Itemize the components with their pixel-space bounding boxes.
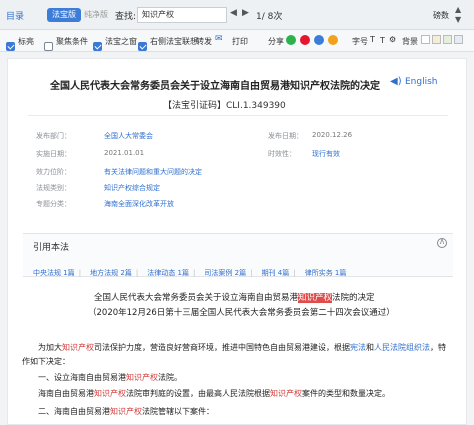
- share-label: 分享: [268, 37, 284, 46]
- body-heading-highlight: 知识产权: [298, 293, 333, 303]
- paragraph-1: 为加大知识产权司法保护力度，营造良好营商环境，推进中国特色自由贸易港建设，根据宪…: [38, 342, 446, 353]
- checkbox-window-label: 法宝之窗: [105, 37, 137, 46]
- search-input[interactable]: 知识产权: [137, 7, 227, 23]
- p2-text-a: 海南自由贸易港: [38, 389, 94, 398]
- options-toolbar: 标亮 聚焦条件 法宝之窗 右侧法宝联想 转发 ✉ 打印 分享 字号 T T ⚙ …: [0, 30, 474, 52]
- effective-label: 实施日期：: [36, 150, 71, 158]
- font-settings-icon[interactable]: ⚙: [389, 35, 396, 44]
- category-label: 法规类别：: [36, 184, 71, 192]
- speaker-icon[interactable]: ◀): [390, 76, 402, 87]
- match-info: 1/ 8次: [256, 12, 283, 22]
- collapse-icon[interactable]: ᐱ: [437, 238, 447, 248]
- checkbox-highlight[interactable]: [6, 36, 15, 55]
- ref-link-practice[interactable]: 律所实务 1篇: [305, 269, 347, 277]
- p1-text-c: ，特: [430, 343, 446, 352]
- issue-date: 2020.12.26: [312, 131, 353, 139]
- background-label: 背景: [402, 37, 418, 46]
- level-label: 效力位阶：: [36, 168, 71, 176]
- body-heading-post: 法院的决定: [332, 293, 375, 303]
- checkbox-focus-label: 聚焦条件: [56, 37, 88, 46]
- item2-text-b: 法院管辖以下案件：: [142, 407, 214, 416]
- checkbox-window[interactable]: [93, 36, 102, 55]
- p1-and: 和: [366, 343, 374, 352]
- ref-link-central[interactable]: 中央法规 1篇: [33, 269, 75, 277]
- checkbox-related[interactable]: [138, 36, 147, 55]
- cite-code: 【法宝引证码】CLI.1.349390: [163, 101, 286, 111]
- issuer-link[interactable]: 全国人大常委会: [104, 131, 153, 141]
- p2-highlight-1: 知识产权: [94, 389, 126, 398]
- prev-match-icon[interactable]: ◀: [230, 8, 237, 18]
- ref-link-news[interactable]: 法律动态 1篇: [147, 269, 189, 277]
- body-subheading: （2020年12月26日第十三届全国人民代表大会常务委员会第二十四次会议通过）: [88, 308, 395, 318]
- p2-text-c: 案件的类型和数量决定。: [302, 389, 390, 398]
- references-section: 引用本法 ᐱ 中央法规 1篇 | 地方法规 2篇 | 法律动态 1篇 | 司法案例 2…: [23, 233, 453, 277]
- toc-link[interactable]: 目录: [6, 9, 24, 22]
- ref-link-cases[interactable]: 司法案例 2篇: [204, 269, 246, 277]
- forward-button[interactable]: 转发: [196, 36, 212, 47]
- document-panel: 全国人民代表大会常务委员会关于设立海南自由贸易港知识产权法院的决定 ◀) Eng…: [7, 58, 467, 425]
- p2-highlight-2: 知识产权: [270, 389, 302, 398]
- divider: [28, 115, 448, 116]
- font-larger-icon[interactable]: T: [370, 35, 375, 44]
- item2-highlight: 知识产权: [110, 407, 142, 416]
- status-label: 时效性：: [268, 150, 296, 158]
- references-links: 中央法规 1篇 | 地方法规 2篇 | 法律动态 1篇 | 司法案例 2篇 | 期刊 4…: [33, 269, 347, 277]
- item-1: 一、设立海南自由贸易港知识产权法院。: [38, 372, 182, 383]
- tab-fabao[interactable]: 法宝版: [47, 8, 81, 22]
- p1-continuation: 作如下决定：: [22, 357, 70, 366]
- body-heading-pre: 全国人民代表大会常务委员会关于设立海南自由贸易港: [94, 293, 299, 303]
- item1-text-a: 一、设立海南自由贸易港: [38, 373, 126, 382]
- bg-green-swatch[interactable]: [443, 35, 452, 44]
- checkbox-related-label: 右侧法宝联想: [150, 37, 198, 46]
- issue-date-label: 发布日期：: [268, 132, 303, 140]
- font-size-button: 字号: [352, 37, 368, 46]
- references-heading: 引用本法: [33, 243, 70, 253]
- paragraph-2: 海南自由贸易港知识产权法院审判庭的设置，由最高人民法院根据知识产权案件的类型和数…: [38, 388, 390, 399]
- qzone-icon[interactable]: [328, 35, 338, 45]
- status-link[interactable]: 现行有效: [312, 149, 340, 159]
- weibo-icon[interactable]: [300, 35, 310, 45]
- checkbox-focus[interactable]: [44, 36, 53, 55]
- next-match-icon[interactable]: ▶: [242, 8, 249, 18]
- issuer-label: 发布部门：: [36, 132, 71, 140]
- search-label: 查找:: [115, 12, 137, 22]
- p1-highlight: 知识产权: [62, 343, 94, 352]
- qq-icon[interactable]: [314, 35, 324, 45]
- effective-date: 2021.01.01: [104, 149, 145, 157]
- ref-link-journals[interactable]: 期刊 4篇: [262, 269, 290, 277]
- p1-text-a: 为加大: [38, 343, 62, 352]
- topic-label: 专题分类：: [36, 200, 71, 208]
- tab-pure[interactable]: 纯净版: [84, 9, 108, 20]
- wechat-icon[interactable]: [286, 35, 296, 45]
- item1-highlight: 知识产权: [126, 373, 158, 382]
- bg-blue-swatch[interactable]: [454, 35, 463, 44]
- ref-link-local[interactable]: 地方法规 2篇: [90, 269, 132, 277]
- p1-text-b: 司法保护力度，营造良好营商环境，推进中国特色自由贸易港建设，根据: [94, 343, 350, 352]
- category-link[interactable]: 知识产权综合规定: [104, 183, 160, 193]
- bg-cream-swatch[interactable]: [432, 35, 441, 44]
- bg-white-swatch[interactable]: [421, 35, 430, 44]
- court-org-law-link[interactable]: 人民法院组织法: [374, 343, 430, 352]
- chevron-up-icon[interactable]: ▲: [455, 5, 461, 14]
- constitution-link[interactable]: 宪法: [350, 343, 366, 352]
- topic-link[interactable]: 海南全面深化改革开放: [104, 199, 174, 209]
- font-smaller-icon[interactable]: T: [380, 36, 385, 45]
- font-size-label: 磅数: [433, 11, 449, 20]
- chevron-down-icon[interactable]: ▼: [455, 15, 461, 24]
- level-link[interactable]: 有关法律问题和重大问题的决定: [104, 167, 202, 177]
- item1-text-b: 法院。: [158, 373, 182, 382]
- body-heading: 全国人民代表大会常务委员会关于设立海南自由贸易港知识产权法院的决定: [94, 291, 375, 303]
- print-button[interactable]: 打印: [232, 36, 248, 47]
- document-title: 全国人民代表大会常务委员会关于设立海南自由贸易港知识产权法院的决定: [50, 81, 380, 92]
- english-link[interactable]: English: [405, 77, 438, 87]
- checkbox-highlight-label: 标亮: [18, 37, 34, 46]
- bookmark-icon[interactable]: ✉: [215, 34, 223, 44]
- item-2: 二、海南自由贸易港知识产权法院管辖以下案件：: [38, 406, 214, 417]
- item2-text-a: 二、海南自由贸易港: [38, 407, 110, 416]
- top-toolbar: 目录 法宝版 纯净版 查找: 知识产权 ◀ ▶ 1/ 8次 磅数 ▲ ▼: [0, 0, 474, 30]
- p2-text-b: 法院审判庭的设置，由最高人民法院根据: [126, 389, 270, 398]
